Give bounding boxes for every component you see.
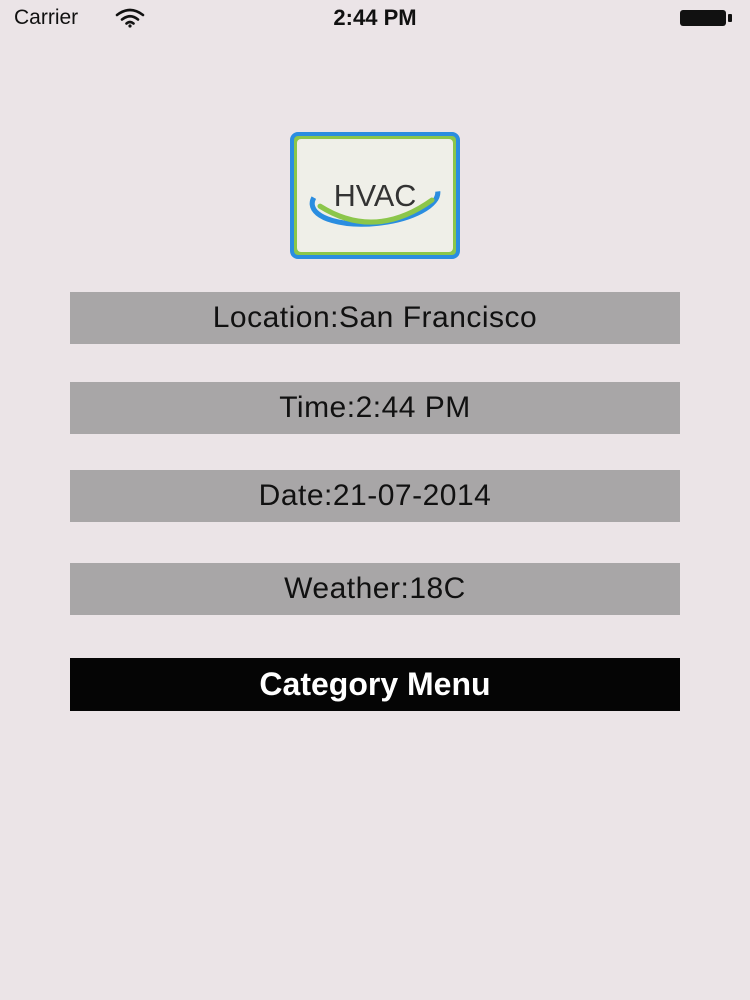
- date-label: Date:21-07-2014: [70, 470, 680, 522]
- time-label: Time:2:44 PM: [70, 382, 680, 434]
- hvac-logo: HVAC: [290, 132, 460, 259]
- status-bar: Carrier 2:44 PM: [0, 0, 750, 36]
- app-screen: Carrier 2:44 PM HVAC Location:San Franci…: [0, 0, 750, 1000]
- logo-text: HVAC: [334, 179, 417, 213]
- category-menu-button[interactable]: Category Menu: [70, 658, 680, 711]
- battery-icon: [680, 10, 734, 26]
- weather-label: Weather:18C: [70, 563, 680, 615]
- status-clock: 2:44 PM: [333, 5, 417, 30]
- location-label: Location:San Francisco: [70, 292, 680, 344]
